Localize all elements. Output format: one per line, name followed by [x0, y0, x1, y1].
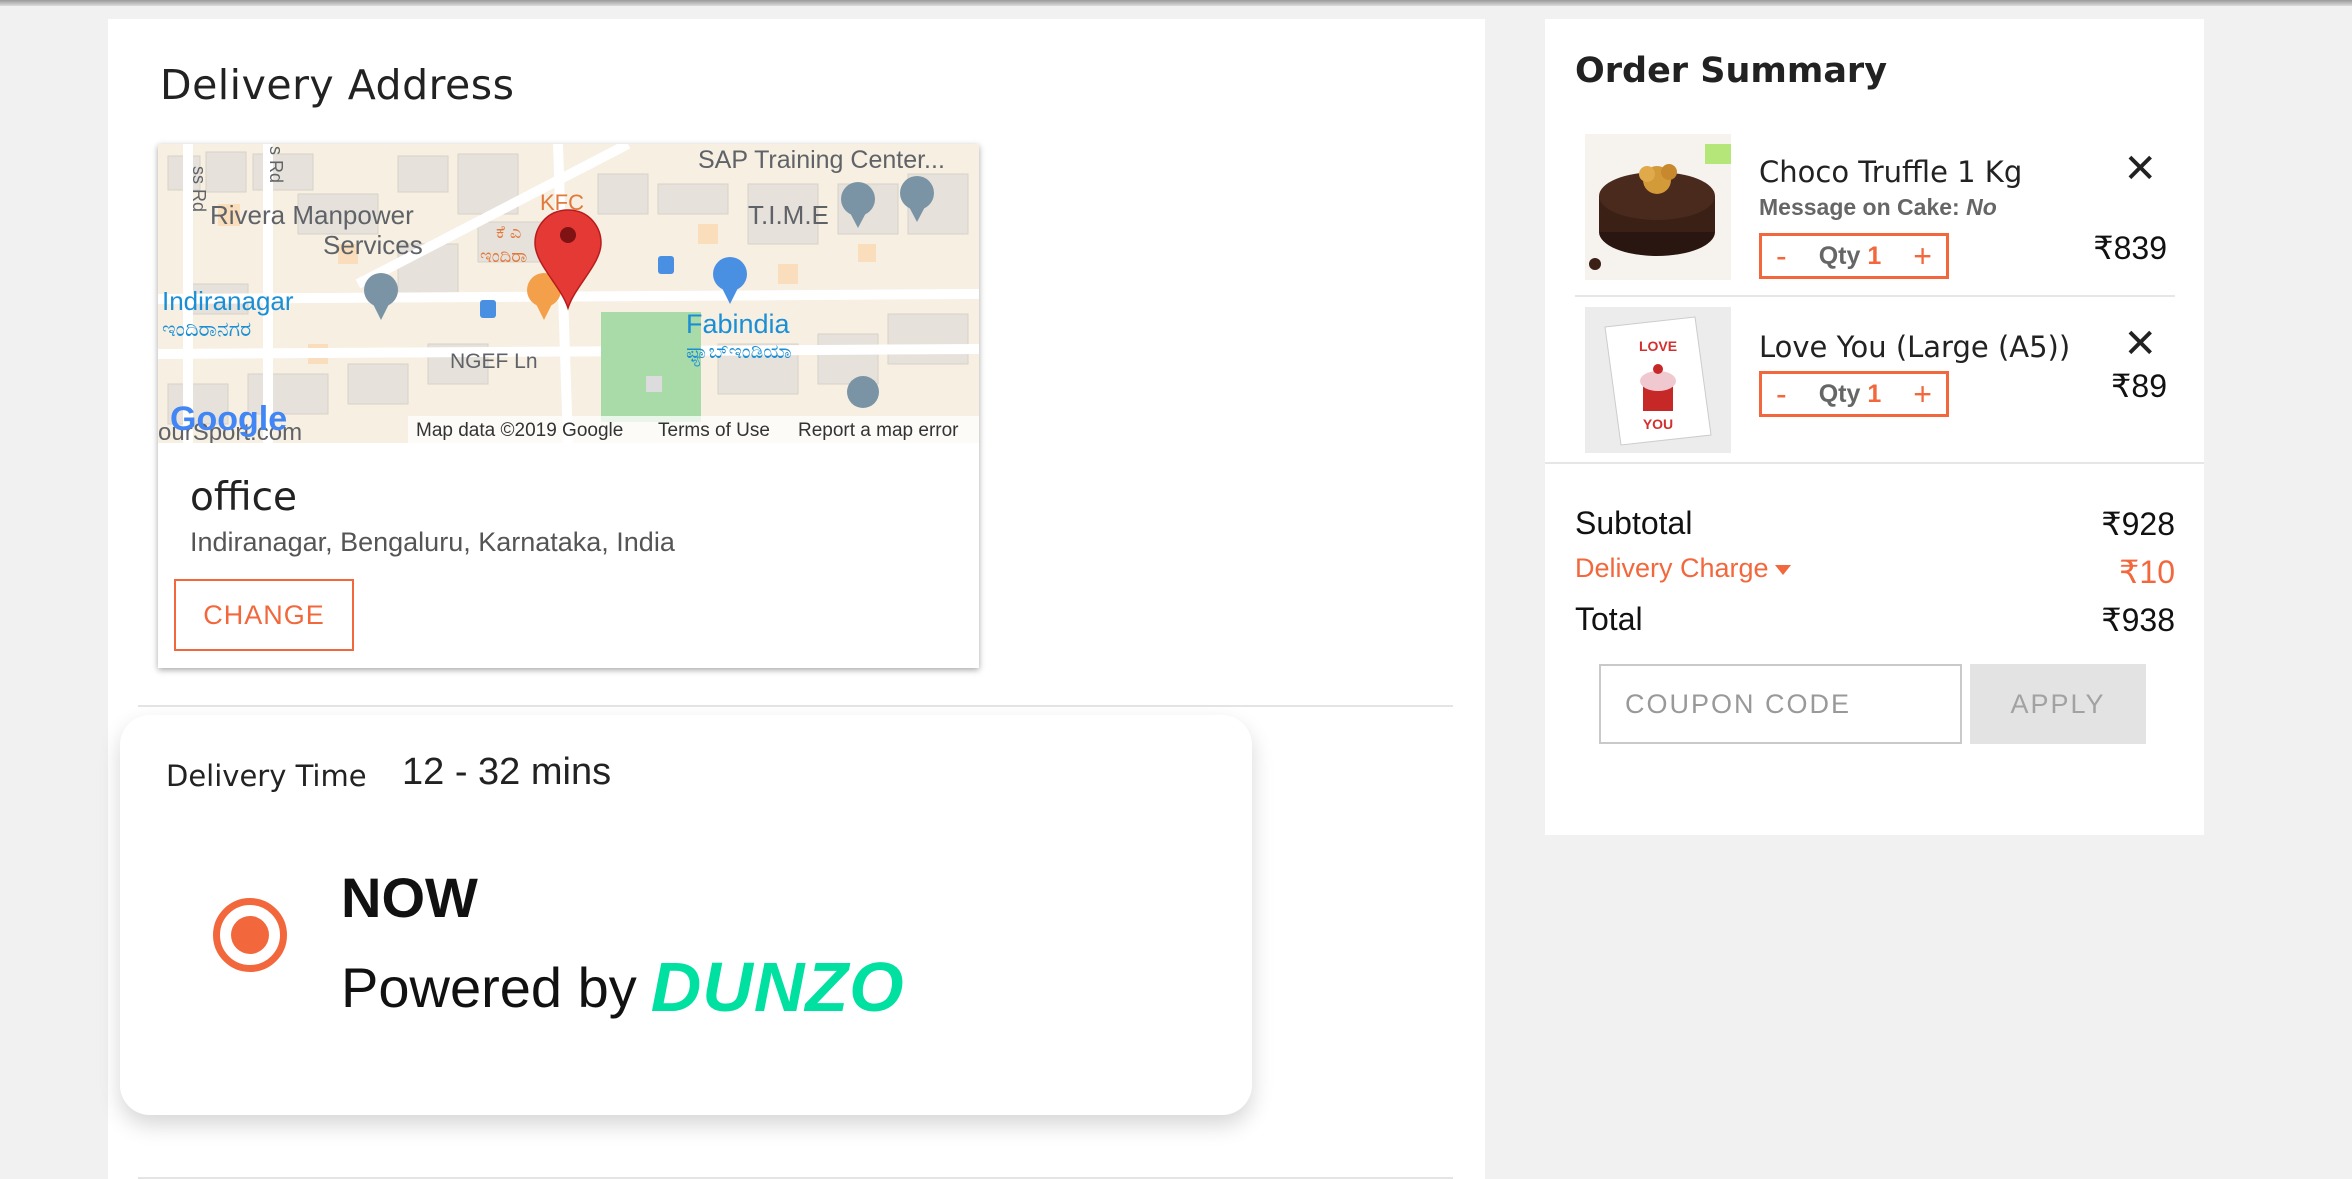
subtotal-row: Subtotal ₹928 — [1575, 505, 2175, 543]
map-report-error-link[interactable]: Report a map error — [798, 420, 959, 441]
map-label-time: T.I.M.E — [748, 200, 829, 230]
qty-value: 1 — [1867, 241, 1882, 270]
delivery-option-now[interactable]: NOW — [341, 865, 478, 930]
item-name: Love You (Large (A5)) — [1759, 330, 2071, 364]
caret-down-icon — [1774, 564, 1791, 575]
cake-thumbnail — [1585, 134, 1731, 280]
item-name: Choco Truffle 1 Kg — [1759, 155, 2023, 189]
delivery-charge-toggle[interactable]: Delivery Charge — [1575, 553, 1791, 591]
qty-increase-button[interactable]: + — [1913, 238, 1932, 275]
map-label-kfc-kn-2: ಇಂದಿರಾ — [480, 246, 527, 266]
qty-label: Qty — [1818, 379, 1861, 408]
cake-image — [1585, 134, 1731, 280]
delivery-charge-value: ₹10 — [2119, 554, 2175, 590]
order-summary-title: Order Summary — [1575, 51, 1888, 91]
total-row: Total ₹938 — [1575, 601, 2175, 639]
card-text-you: YOU — [1643, 416, 1673, 432]
delivery-charge-label: Delivery Charge — [1575, 553, 1769, 583]
map-label-fabindia-kn: ಫ್ಯಾಬ್‌ಇಂಡಿಯಾ — [686, 341, 792, 367]
radio-selected-dot — [231, 916, 269, 954]
map-label-fabindia: Fabindia — [686, 309, 791, 339]
powered-by-label: Powered by — [341, 955, 637, 1019]
checkout-left-panel: Delivery Address SAP Training Center... … — [108, 19, 1485, 1179]
cart-item: Choco Truffle 1 Kg Message on Cake: No -… — [1575, 134, 2175, 294]
coupon-code-input[interactable] — [1599, 664, 1962, 744]
quantity-stepper: - Qty 1 + — [1759, 233, 1949, 279]
change-address-button[interactable]: CHANGE — [174, 579, 354, 651]
map-label-ss-rd: ss Rd — [189, 166, 209, 212]
address-line: Indiranagar, Bengaluru, Karnataka, India — [190, 527, 675, 557]
powered-by-dunzo: Powered by DUNZO — [341, 947, 905, 1027]
map-label-indiranagar: Indiranagar — [162, 286, 294, 316]
address-name: office — [190, 475, 298, 520]
top-bar — [0, 0, 2352, 6]
delivery-time-label: Delivery Time — [166, 759, 367, 793]
map-label-indiranagar-kn: ಇಂದಿರಾನಗರ — [162, 318, 251, 341]
qty-display: Qty 1 — [1819, 242, 1882, 271]
map-label-ngef: NGEF Ln — [450, 350, 538, 373]
item-price: ₹839 — [2093, 230, 2167, 266]
map-label-rivera-2: Services — [323, 230, 423, 260]
item-cake-message: Message on Cake: No — [1759, 194, 1997, 221]
greeting-card-image: LOVE YOU — [1585, 307, 1731, 453]
dunzo-logo: DUNZO — [650, 948, 905, 1026]
map-attribution: Map data ©2019 Google — [416, 420, 623, 441]
cart-item: LOVE YOU Love You (Large (A5)) - Qty 1 +… — [1575, 307, 2175, 457]
cake-message-value: No — [1966, 194, 1997, 220]
total-value: ₹938 — [2101, 602, 2175, 638]
map-canvas[interactable]: SAP Training Center... Rivera Manpower S… — [158, 144, 979, 443]
qty-decrease-button[interactable]: - — [1776, 238, 1787, 275]
delivery-now-radio[interactable] — [213, 898, 287, 972]
qty-increase-button[interactable]: + — [1913, 376, 1932, 413]
greeting-card-thumbnail: LOVE YOU — [1585, 307, 1731, 453]
quantity-stepper: - Qty 1 + — [1759, 371, 1949, 417]
qty-value: 1 — [1867, 379, 1882, 408]
item-price: ₹89 — [2111, 368, 2167, 404]
order-summary-panel: Order Summary Choco Truffle 1 Kg Message… — [1545, 19, 2204, 835]
map-label-rivera: Rivera Manpower — [210, 200, 414, 230]
remove-item-icon[interactable]: ✕ — [2123, 321, 2157, 367]
apply-coupon-button[interactable]: APPLY — [1970, 664, 2146, 744]
total-label: Total — [1575, 601, 1643, 637]
google-logo: Google — [170, 400, 287, 438]
address-card: SAP Training Center... Rivera Manpower S… — [158, 144, 979, 668]
remove-item-icon[interactable]: ✕ — [2123, 146, 2157, 192]
qty-label: Qty — [1818, 241, 1861, 270]
qty-display: Qty 1 — [1819, 380, 1882, 409]
subtotal-value: ₹928 — [2101, 506, 2175, 542]
qty-decrease-button[interactable]: - — [1776, 376, 1787, 413]
delivery-charge-row[interactable]: Delivery Charge ₹10 — [1575, 553, 2175, 591]
card-text-love: LOVE — [1639, 338, 1677, 354]
map-label-kfc-kn: ಕೆ ಎ — [496, 222, 521, 242]
map-label-sap: SAP Training Center... — [698, 146, 945, 174]
item-divider — [1575, 295, 2175, 297]
map-terms-link[interactable]: Terms of Use — [658, 420, 770, 441]
section-divider — [138, 705, 1453, 707]
delivery-time-value: 12 - 32 mins — [402, 751, 612, 793]
map-label-s-rd: s Rd — [266, 146, 286, 183]
subtotal-label: Subtotal — [1575, 505, 1693, 541]
cake-message-label: Message on Cake: — [1759, 194, 1960, 220]
delivery-time-card: Delivery Time 12 - 32 mins NOW Powered b… — [120, 715, 1252, 1115]
address-map[interactable]: SAP Training Center... Rivera Manpower S… — [158, 144, 979, 443]
delivery-address-title: Delivery Address — [160, 61, 515, 109]
summary-divider — [1545, 462, 2204, 464]
